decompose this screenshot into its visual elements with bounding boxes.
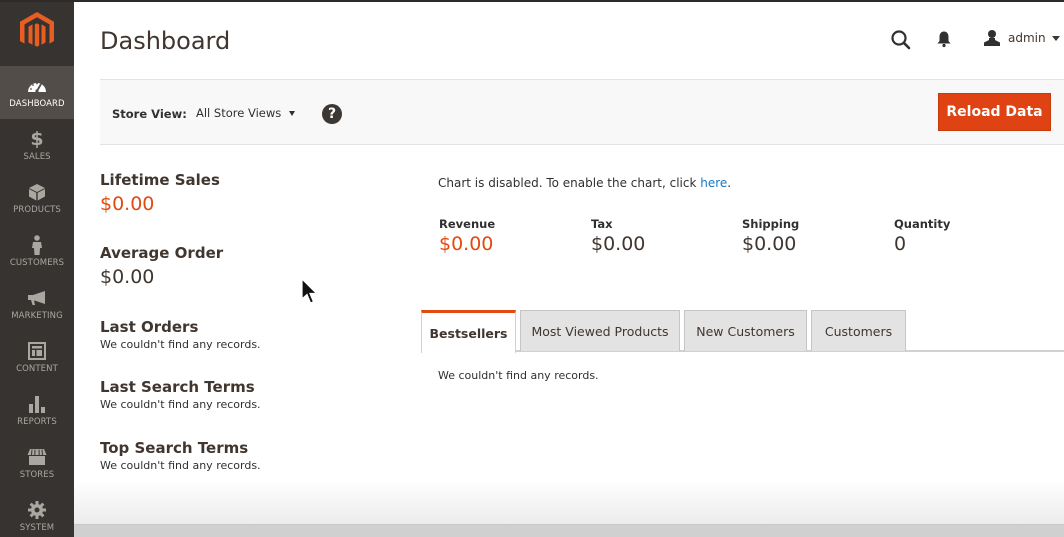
notification-bell-icon[interactable] <box>936 30 952 48</box>
sidebar-item-label: REPORTS <box>17 417 57 427</box>
box-icon <box>27 182 47 202</box>
sidebar-item-label: PRODUCTS <box>13 205 61 215</box>
chevron-down-icon <box>1051 35 1060 41</box>
sidebar-item-customers[interactable]: CUSTOMERS <box>0 225 74 278</box>
sidebar-item-sales[interactable]: $ SALES <box>0 119 74 172</box>
last-search-terms-title: Last Search Terms <box>100 378 255 396</box>
sidebar-item-products[interactable]: PRODUCTS <box>0 172 74 225</box>
tab-most-viewed-products[interactable]: Most Viewed Products <box>520 310 680 351</box>
sidebar-item-reports[interactable]: REPORTS <box>0 384 74 437</box>
sidebar-item-content[interactable]: CONTENT <box>0 331 74 384</box>
horizontal-scrollbar[interactable] <box>74 524 1064 537</box>
average-order-value: $0.00 <box>100 266 155 288</box>
revenue-value: $0.00 <box>439 233 494 255</box>
user-icon <box>984 30 1000 46</box>
user-account-menu[interactable]: admin <box>983 28 1060 48</box>
sidebar-item-stores[interactable]: STORES <box>0 437 74 490</box>
layout-icon <box>27 341 47 361</box>
shipping-label: Shipping <box>742 217 800 231</box>
person-icon <box>27 235 47 255</box>
sidebar-item-label: CUSTOMERS <box>9 258 65 268</box>
magento-logo-icon[interactable] <box>20 12 54 48</box>
tab-customers[interactable]: Customers <box>811 310 906 351</box>
enable-chart-link[interactable]: here <box>700 176 727 190</box>
sidebar-item-label: DASHBOARD <box>9 99 65 109</box>
tab-bestsellers[interactable]: Bestsellers <box>421 310 516 353</box>
dollar-icon: $ <box>30 128 44 150</box>
store-view-select[interactable]: All Store Views <box>196 106 296 120</box>
reload-data-button[interactable]: Reload Data <box>938 93 1051 131</box>
gear-icon <box>27 500 47 520</box>
chart-message-suffix: . <box>727 176 732 190</box>
quantity-label: Quantity <box>894 217 951 231</box>
sidebar-item-label: SALES <box>23 152 51 162</box>
last-search-terms-empty: We couldn't find any records. <box>100 398 261 411</box>
average-order-title: Average Order <box>100 244 224 262</box>
top-search-terms-title: Top Search Terms <box>100 439 249 457</box>
lifetime-sales-value: $0.00 <box>100 193 155 215</box>
user-name: admin <box>1008 31 1046 45</box>
chart-message-text: Chart is disabled. To enable the chart, … <box>438 176 701 190</box>
lifetime-sales-title: Lifetime Sales <box>100 171 220 189</box>
sidebar-item-label: MARKETING <box>11 311 63 321</box>
sidebar-item-dashboard[interactable]: DASHBOARD <box>0 66 74 119</box>
top-search-terms-empty: We couldn't find any records. <box>100 459 261 472</box>
tax-label: Tax <box>591 217 613 231</box>
bar-chart-icon <box>27 394 47 414</box>
mouse-pointer-icon <box>301 278 318 304</box>
tax-value: $0.00 <box>591 233 646 255</box>
page-title: Dashboard <box>100 27 231 55</box>
sidebar-item-label: CONTENT <box>16 364 58 374</box>
shipping-value: $0.00 <box>742 233 797 255</box>
quantity-value: 0 <box>894 233 907 255</box>
sidebar-item-marketing[interactable]: MARKETING <box>0 278 74 331</box>
footer-fade <box>74 480 1064 524</box>
dashboard-gauge-icon <box>27 76 47 96</box>
revenue-label: Revenue <box>439 217 496 231</box>
last-orders-title: Last Orders <box>100 318 199 336</box>
megaphone-icon <box>27 288 47 308</box>
sidebar-item-system[interactable]: SYSTEM <box>0 490 74 537</box>
sidebar-item-label: STORES <box>19 470 55 480</box>
chevron-down-icon <box>289 110 296 116</box>
tab-content-empty: We couldn't find any records. <box>438 369 599 382</box>
window-top-border <box>0 0 1064 2</box>
tab-new-customers[interactable]: New Customers <box>684 310 807 351</box>
storefront-icon <box>27 447 47 467</box>
sidebar-item-label: SYSTEM <box>19 523 55 533</box>
store-view-bar: Store View: All Store Views ? Reload Dat… <box>100 79 1064 145</box>
search-icon[interactable] <box>890 29 912 51</box>
store-view-label: Store View: <box>112 107 187 121</box>
admin-sidebar: DASHBOARD $ SALES PRODUCTS CUSTOMERS MAR… <box>0 0 74 537</box>
last-orders-empty: We couldn't find any records. <box>100 338 261 351</box>
help-icon[interactable]: ? <box>322 104 342 124</box>
store-view-selected: All Store Views <box>196 106 282 120</box>
chart-disabled-message: Chart is disabled. To enable the chart, … <box>438 176 731 190</box>
